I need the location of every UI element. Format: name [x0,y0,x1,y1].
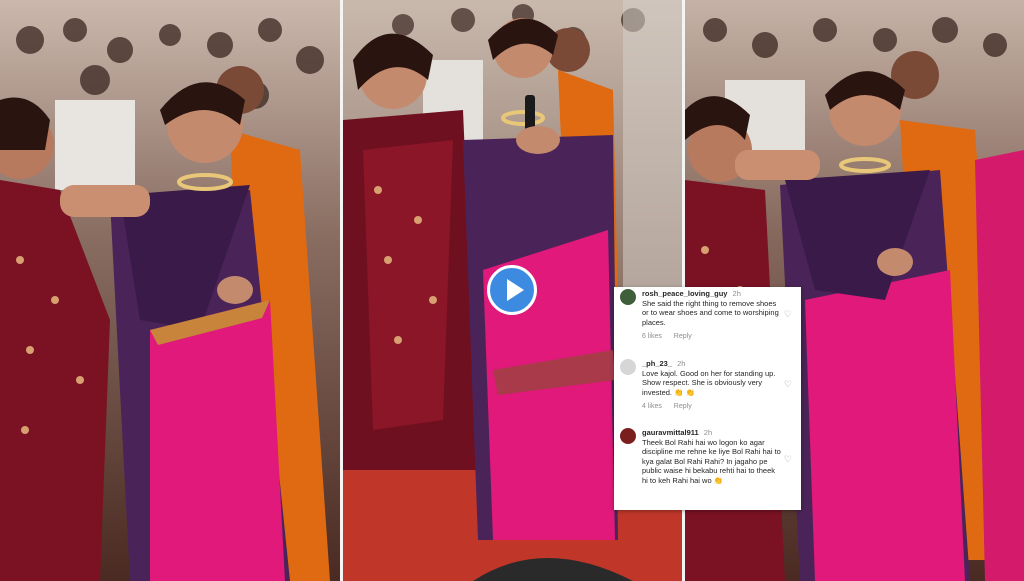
clap-emoji: 👏 [713,475,724,485]
clap-emoji: 👏 👏 [674,387,695,397]
scene-illustration-left [0,0,340,581]
comment-meta: 4 likes Reply [642,402,782,412]
comment-time: 2h [703,428,713,437]
comment-likes[interactable]: 6 likes [642,333,662,340]
heart-icon[interactable]: ♡ [784,309,792,320]
heart-icon[interactable]: ♡ [784,454,792,465]
reply-link[interactable]: Reply [674,333,692,340]
comment-username[interactable]: gauravmittal911 [642,428,699,437]
comment-username[interactable]: rosh_peace_loving_guy [642,289,727,298]
video-play-button[interactable] [487,265,537,315]
comment-likes[interactable]: 4 likes [642,403,662,410]
reply-link[interactable]: Reply [674,403,692,410]
comment-username[interactable]: _ph_23_ [642,359,672,368]
comments-panel: rosh_peace_loving_guy 2h She said the ri… [614,287,801,510]
comment-body: rosh_peace_loving_guy 2h She said the ri… [642,289,782,342]
avatar[interactable] [620,428,636,444]
avatar[interactable] [620,359,636,375]
play-icon [507,279,524,301]
comment-text: Theek Bol Rahi hai wo logon ko agar disc… [642,437,781,485]
comment-text: Love kajol. Good on her for standing up.… [642,368,776,397]
video-frame-left [0,0,340,581]
heart-icon[interactable]: ♡ [784,379,792,390]
comment-text: She said the right thing to remove shoes… [642,298,779,327]
comment-meta: 6 likes Reply [642,332,782,342]
avatar[interactable] [620,289,636,305]
comment-time: 2h [677,359,686,368]
comment-time: 2h [732,289,741,298]
comment-body: _ph_23_ 2h Love kajol. Good on her for s… [642,359,782,412]
comment-body: gauravmittal911 2h Theek Bol Rahi hai wo… [642,428,782,486]
